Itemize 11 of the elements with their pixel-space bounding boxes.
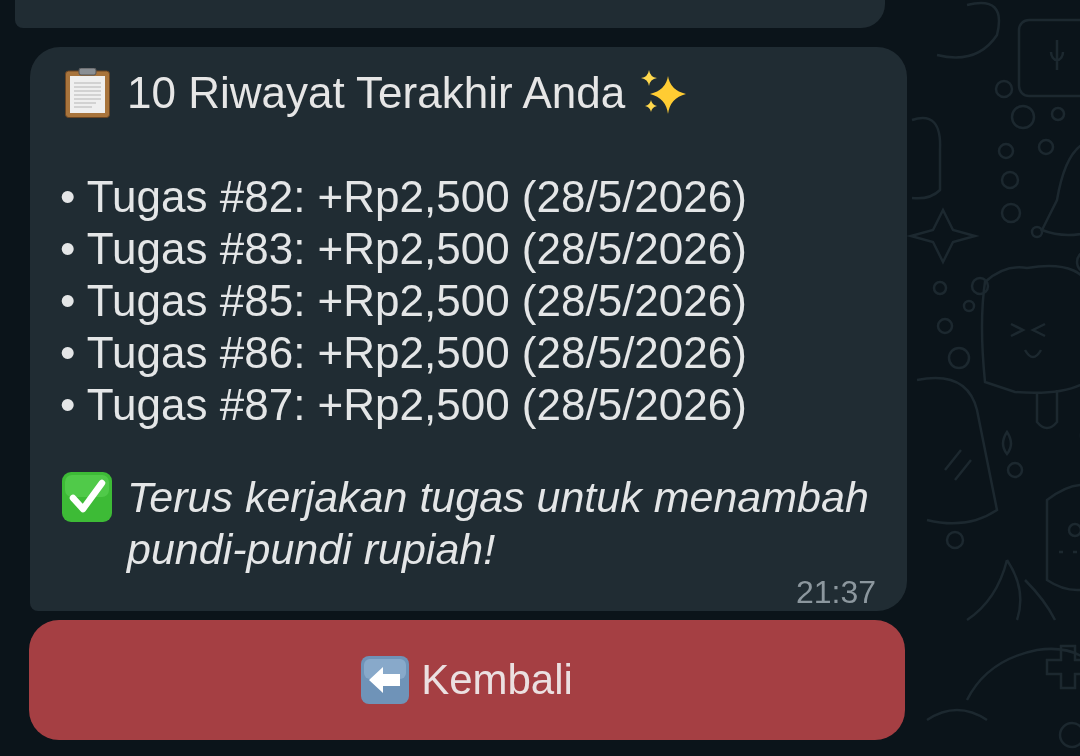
history-entry: • Tugas #87: +Rp2,500 (28/5/2026) bbox=[60, 379, 748, 431]
back-button[interactable]: Kembali bbox=[29, 620, 905, 740]
message-title: 10 Riwayat Terakhir Anda bbox=[127, 67, 626, 119]
history-entry: • Tugas #85: +Rp2,500 (28/5/2026) bbox=[60, 275, 748, 327]
history-entry: • Tugas #83: +Rp2,500 (28/5/2026) bbox=[60, 223, 748, 275]
clipboard-icon bbox=[65, 68, 110, 118]
encouragement-text: Terus kerjakan tugas untuk menambah pundi-pundi rupiah! bbox=[127, 473, 869, 573]
history-entry: • Tugas #82: +Rp2,500 (28/5/2026) bbox=[60, 171, 748, 223]
check-mark-icon bbox=[62, 472, 112, 522]
history-entry: • Tugas #86: +Rp2,500 (28/5/2026) bbox=[60, 327, 748, 379]
message-time: 21:37 bbox=[795, 575, 876, 609]
